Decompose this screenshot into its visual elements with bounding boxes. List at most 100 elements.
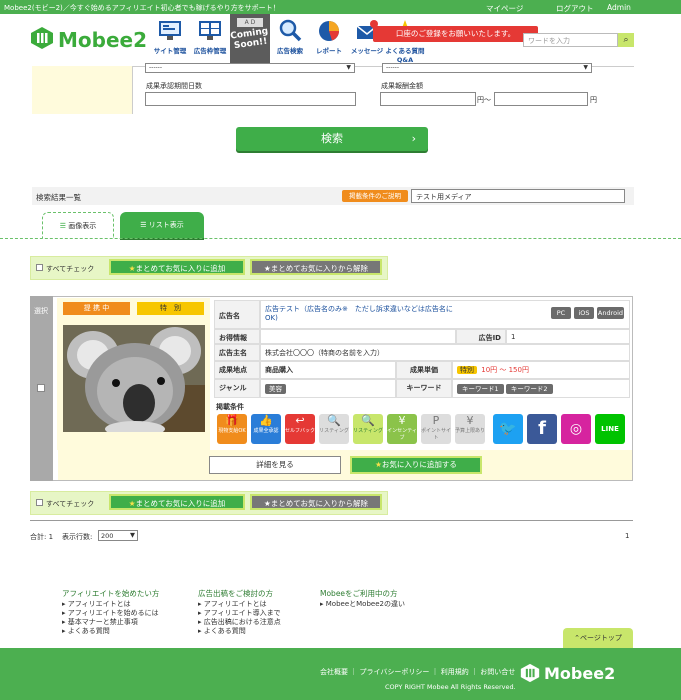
status-badge: 提 携 中 [63, 302, 130, 315]
bulk-add-favorite-button[interactable]: ★まとめてお気に入りに追加 [109, 494, 245, 510]
keyword-badge[interactable]: キーワード2 [505, 384, 553, 394]
media-label[interactable]: 掲載条件のご説明 [342, 190, 408, 202]
chevron-down-icon: ▼ [346, 64, 351, 71]
yen-from-label: 円〜 [477, 96, 491, 104]
tagline: Mobee2(モビー2)／今すぐ始めるアフィリエイト初心者でも稼げるやり方をサポ… [4, 4, 280, 12]
genre-label: ジャンル [214, 379, 260, 398]
price-cell: 特別 10円 〜 150円 [452, 361, 630, 379]
check-all-checkbox[interactable] [36, 264, 43, 271]
point-label: 成果地点 [214, 361, 260, 379]
check-all-checkbox[interactable] [36, 499, 43, 506]
page-top-button[interactable]: ⌃ページトップ [563, 628, 633, 648]
search-input[interactable]: ワードを入力 [523, 33, 618, 47]
chevron-down-icon: ▼ [583, 64, 588, 71]
footer-link-company[interactable]: 会社概要 [320, 668, 348, 676]
instagram-icon: ◎ [561, 414, 591, 444]
rows-select[interactable]: 200 ▼ [98, 530, 138, 541]
nav-report[interactable]: レポート [309, 18, 349, 64]
owner-label: 広告主名 [214, 344, 260, 361]
facebook-icon: f [527, 414, 557, 444]
budget-limit-icon: ¥ 予算上限あり [455, 414, 485, 444]
copyright: COPY RIGHT Mobee All Rights Reserved. [385, 683, 516, 691]
ad-grid-icon [199, 21, 221, 40]
bulk-remove-favorite-button[interactable]: ★まとめてお気に入りから解除 [250, 494, 382, 510]
platform-ios-badge: iOS [574, 307, 594, 319]
ad-name-link[interactable]: 広告テスト（広告名のみ※ ただし訴求違いなどは広告名に [265, 304, 625, 314]
search-button[interactable]: 検索 › [236, 127, 428, 151]
ad-id-label: 広告ID [456, 329, 506, 344]
tab-list-view[interactable]: ☰ リスト表示 [120, 212, 204, 238]
footer-col1-title: アフィリエイトを始めたい方 [62, 589, 160, 598]
check-all-label: すべてチェック [46, 500, 95, 508]
ad-image-koala [63, 325, 205, 432]
select-right[interactable]: ------ ▼ [382, 63, 592, 73]
footer-link-privacy[interactable]: プライバシーポリシー [359, 668, 429, 676]
footer-link[interactable]: ▸ MobeeとMobee2の違い [320, 599, 405, 609]
reward-min-input[interactable] [380, 92, 476, 106]
genre-badge: 美容 [265, 384, 286, 394]
footer-col3-title: Mobeeをご利用中の方 [320, 589, 398, 598]
monitor-icon [159, 21, 181, 40]
footer-link[interactable]: ▸ よくある質問 [62, 626, 110, 636]
footer-logo-text: Mobee2 [544, 664, 616, 683]
top-bar: Mobee2(モビー2)／今すぐ始めるアフィリエイト初心者でも稼げるやり方をサポ… [0, 0, 681, 14]
mobee-logo-icon[interactable] [30, 26, 54, 50]
approval-days-label: 成果承認期間日数 [146, 82, 202, 90]
footer-nav: 会社概要 ｜ プライバシーポリシー ｜ 利用規約 ｜ お問い合せ [320, 668, 516, 676]
select-label: 選択 [34, 307, 48, 315]
listing-disabled-icon: 🔍 リスティング [319, 414, 349, 444]
owner-value: 株式会社〇〇〇（特商の名前を入力） [260, 344, 630, 361]
nav-ad-search[interactable]: 広告検索 [270, 18, 310, 64]
ad-detail-table: 広告名 広告テスト（広告名のみ※ ただし訴求違いなどは広告名に OK) PC i… [214, 300, 630, 400]
bulk-add-favorite-button[interactable]: ★まとめてお気に入りに追加 [109, 259, 245, 275]
reward-label: 成果報酬金額 [381, 82, 423, 90]
approval-days-input[interactable] [145, 92, 356, 106]
footer-link-terms[interactable]: 利用規約 [441, 668, 469, 676]
tab-divider [0, 238, 681, 239]
logout-link[interactable]: ログアウト [556, 3, 594, 14]
mypage-link[interactable]: マイページ [486, 3, 523, 14]
price-value: 10円 〜 150円 [481, 366, 529, 374]
deal-label: お得情報 [214, 329, 260, 344]
account-notice-banner[interactable]: 口座のご登録をお願いいたします。 [373, 26, 538, 42]
admin-label: Admin [607, 3, 631, 12]
chevron-down-icon: ▼ [130, 531, 135, 539]
mobee-footer-logo-icon [520, 663, 540, 683]
card-action-row [58, 450, 632, 480]
coming-soon-item: A D Coming Soon!! [230, 14, 270, 66]
yen-icon: ¥ インセンティブ [387, 414, 417, 444]
pager-divider [30, 520, 633, 521]
magnifier-icon [279, 19, 302, 42]
add-favorite-button[interactable]: ★お気に入りに追加する [350, 456, 482, 474]
search-icon[interactable]: ⌕ [618, 33, 634, 47]
footer-col2-title: 広告出稿をご検討の方 [198, 589, 273, 598]
footer-link-contact[interactable]: お問い合せ [480, 668, 515, 676]
media-select[interactable]: テスト用メディア [411, 189, 625, 203]
pie-chart-icon [319, 21, 339, 41]
keyword-badge[interactable]: キーワード1 [457, 384, 504, 394]
list-icon: ☰ [140, 221, 147, 229]
detail-button[interactable]: 詳細を見る [209, 456, 341, 474]
nav-site-management[interactable]: サイト管理 [150, 18, 190, 64]
return-arrow-icon: ↩ セルフバック [285, 414, 315, 444]
reward-max-input[interactable] [494, 92, 588, 106]
platform-pc-badge: PC [551, 307, 571, 319]
platform-android-badge: Android [597, 307, 624, 319]
ad-id-value: 1 [506, 329, 630, 344]
form-label-column [32, 66, 132, 114]
bulk-remove-favorite-button[interactable]: ★まとめてお気に入りから解除 [250, 259, 382, 275]
tab-image-view[interactable]: ☰ 画像表示 [42, 212, 114, 238]
card-checkbox[interactable] [37, 384, 45, 392]
listing-icon: 🔍 リスティング [353, 414, 383, 444]
footer-link[interactable]: ▸ よくある質問 [198, 626, 246, 636]
select-left[interactable]: ------ ▼ [145, 63, 355, 73]
chevron-right-icon: › [411, 132, 416, 145]
keyword-cell: キーワード1 キーワード2 [452, 379, 630, 398]
nav-ad-slot-management[interactable]: 広告枠管理 [190, 18, 230, 64]
keyword-label: キーワード [396, 379, 452, 398]
price-special-badge: 特別 [457, 366, 477, 374]
check-all-label: すべてチェック [46, 265, 95, 273]
page-number[interactable]: 1 [625, 532, 629, 540]
logo-text[interactable]: Mobee2 [58, 28, 147, 52]
conditions-label: 掲載条件 [216, 403, 244, 411]
